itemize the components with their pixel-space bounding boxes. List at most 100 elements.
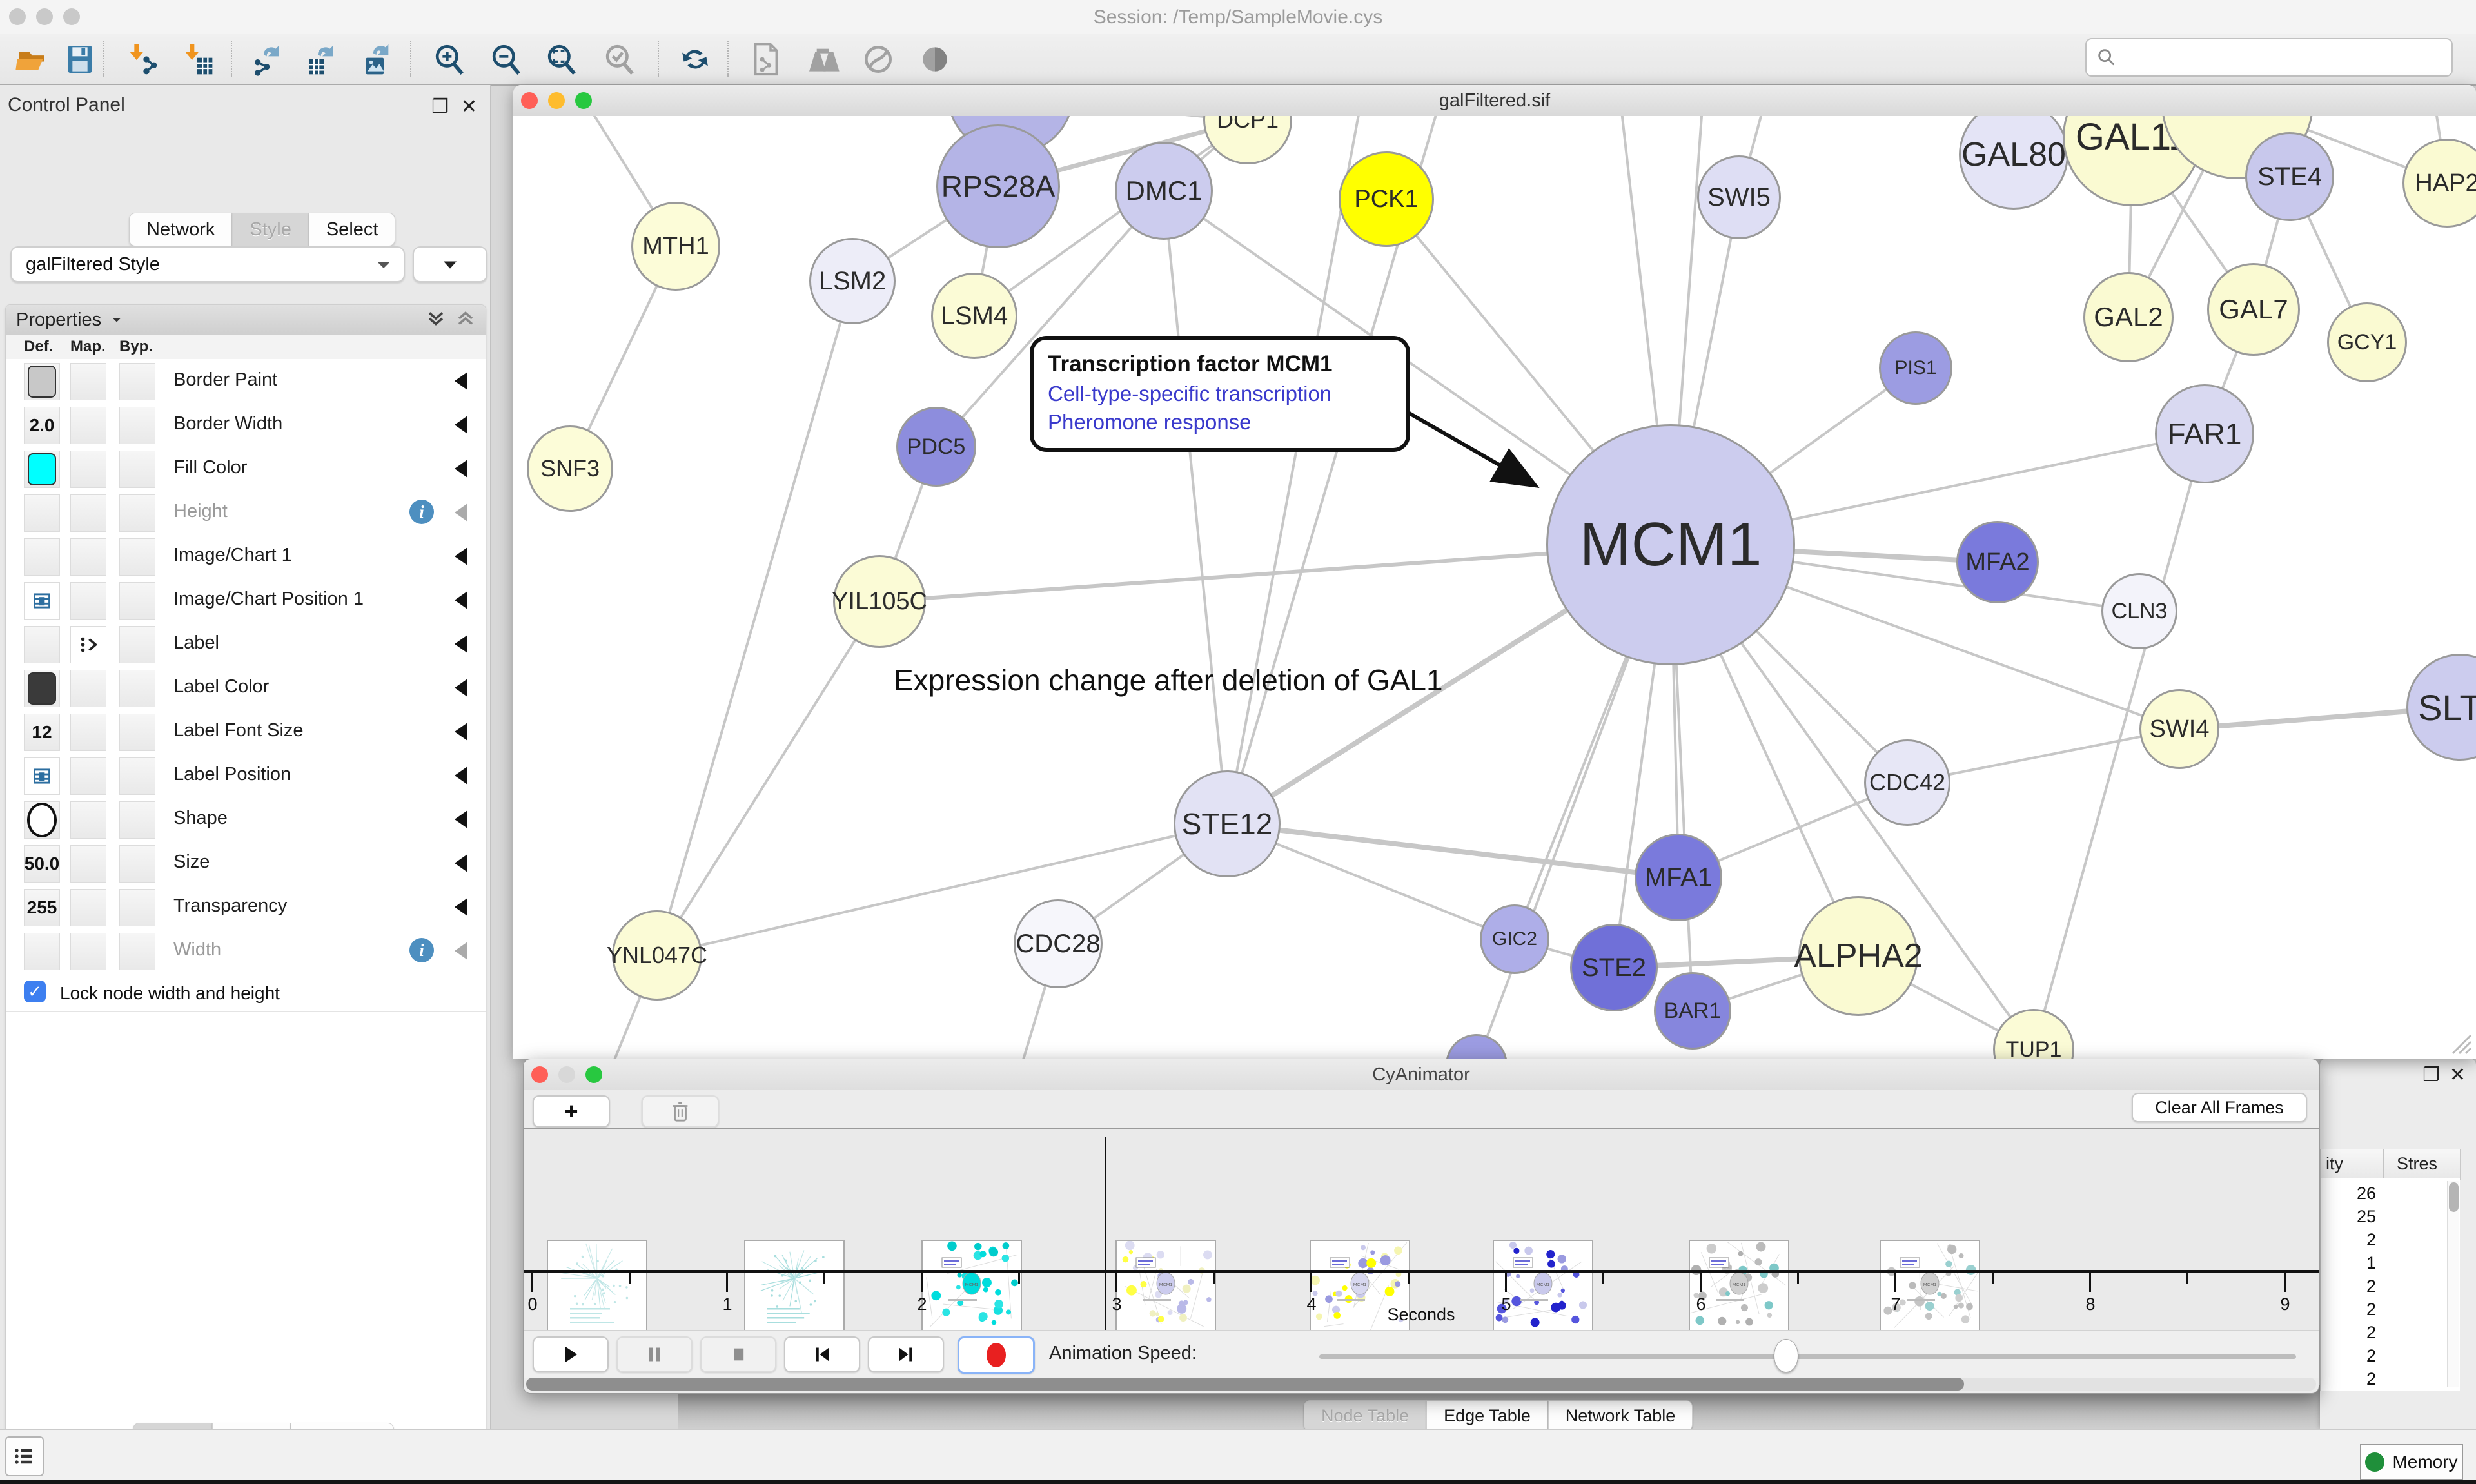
refresh-button[interactable]: [674, 39, 716, 79]
default-value-cell[interactable]: [24, 757, 60, 795]
node-alpha2[interactable]: ALPHA2: [1798, 896, 1918, 1016]
show-button[interactable]: [914, 39, 956, 79]
expand-arrow-icon[interactable]: [455, 810, 467, 828]
property-row[interactable]: 50.0Size: [6, 841, 486, 886]
node-pis1[interactable]: PIS1: [1879, 331, 1952, 405]
expand-arrow-icon[interactable]: [455, 942, 467, 960]
expand-arrow-icon[interactable]: [455, 635, 467, 653]
node-mcm1[interactable]: MCM1: [1546, 424, 1795, 665]
mapping-cell[interactable]: [70, 801, 106, 839]
stop-button[interactable]: [700, 1336, 776, 1372]
network-window-titlebar[interactable]: galFiltered.sif: [513, 85, 2476, 117]
annotation-box[interactable]: Transcription factor MCM1 Cell-type-spec…: [1030, 336, 1410, 452]
property-row[interactable]: Fill Color: [6, 447, 486, 491]
default-value-cell[interactable]: [24, 626, 60, 663]
network-file-button[interactable]: [745, 39, 787, 79]
timeline-scrollbar-thumb[interactable]: [526, 1378, 1964, 1391]
network-caption[interactable]: Expression change after deletion of GAL1: [894, 663, 1443, 698]
mapping-cell[interactable]: [70, 582, 106, 620]
expand-arrow-icon[interactable]: [455, 854, 467, 872]
float-panel-icon[interactable]: ❐: [2422, 1064, 2440, 1086]
mapping-cell[interactable]: [70, 494, 106, 532]
resize-grip-icon[interactable]: [2446, 1029, 2472, 1055]
bypass-cell[interactable]: [119, 494, 155, 532]
memory-button[interactable]: Memory: [2360, 1444, 2463, 1480]
lock-dimensions-row[interactable]: ✓Lock node width and height: [6, 973, 486, 1012]
bypass-cell[interactable]: [119, 845, 155, 883]
mapping-cell[interactable]: [70, 757, 106, 795]
bypass-cell[interactable]: [119, 889, 155, 926]
expand-arrow-icon[interactable]: [455, 591, 467, 609]
bypass-cell[interactable]: [119, 757, 155, 795]
expand-arrow-icon[interactable]: [455, 372, 467, 390]
export-network-button[interactable]: [248, 39, 289, 79]
network-edge[interactable]: [657, 281, 852, 955]
property-row[interactable]: Border Paint: [6, 359, 486, 404]
expand-arrow-icon[interactable]: [455, 898, 467, 916]
skip-to-start-button[interactable]: [784, 1336, 860, 1372]
default-value-cell[interactable]: [24, 670, 60, 707]
export-table-button[interactable]: [302, 39, 343, 79]
node-gal7[interactable]: GAL7: [2207, 263, 2300, 356]
table-scrollbar-thumb[interactable]: [2449, 1182, 2459, 1212]
collapse-all-icon[interactable]: [455, 308, 477, 333]
node-cdc42[interactable]: CDC42: [1864, 739, 1950, 826]
annotation-link[interactable]: Cell-type-specific transcription: [1048, 380, 1390, 408]
task-history-button[interactable]: [5, 1436, 44, 1476]
network-edge[interactable]: [657, 601, 879, 955]
default-value-cell[interactable]: [24, 801, 60, 839]
column-header[interactable]: Stres: [2397, 1154, 2437, 1174]
network-edge[interactable]: [657, 824, 1227, 955]
property-row[interactable]: Widthi: [6, 929, 486, 973]
node-mfa1[interactable]: MFA1: [1635, 834, 1722, 921]
bypass-cell[interactable]: [119, 670, 155, 707]
lock-checkbox[interactable]: ✓: [24, 981, 46, 1002]
expand-arrow-icon[interactable]: [455, 679, 467, 697]
save-button[interactable]: [59, 39, 101, 79]
default-value-cell[interactable]: [24, 582, 60, 620]
default-value-cell[interactable]: [24, 933, 60, 970]
mapping-cell[interactable]: [70, 889, 106, 926]
bypass-cell[interactable]: [119, 451, 155, 488]
mapping-cell[interactable]: [70, 407, 106, 444]
property-row[interactable]: Image/Chart Position 1: [6, 578, 486, 623]
zoom-fit-button[interactable]: [542, 39, 583, 79]
node-lsm4[interactable]: LSM4: [931, 273, 1017, 359]
hide-button[interactable]: [858, 39, 899, 79]
binoculars-button[interactable]: [802, 39, 843, 79]
mapping-cell[interactable]: [70, 538, 106, 576]
cyanimator-titlebar[interactable]: CyAnimator: [524, 1059, 2319, 1090]
search-input[interactable]: [2085, 38, 2453, 77]
delete-frame-button[interactable]: [642, 1095, 719, 1128]
default-value-cell[interactable]: 50.0: [24, 845, 60, 883]
node-cdc28[interactable]: CDC28: [1014, 899, 1103, 988]
zoom-in-button[interactable]: [429, 39, 471, 79]
property-row[interactable]: Label Position: [6, 754, 486, 798]
mapping-cell[interactable]: [70, 626, 106, 663]
table-scrollbar[interactable]: [2447, 1181, 2459, 1387]
add-frame-button[interactable]: +: [533, 1095, 610, 1128]
node-snf3[interactable]: SNF3: [527, 425, 613, 512]
column-header[interactable]: ity: [2326, 1154, 2343, 1174]
node-swi4[interactable]: SWI4: [2139, 689, 2219, 769]
node-yil105c[interactable]: YIL105C: [833, 555, 926, 648]
default-value-cell[interactable]: [24, 538, 60, 576]
tab-style[interactable]: Style: [232, 213, 308, 246]
node-ste12[interactable]: STE12: [1174, 770, 1281, 877]
mapping-cell[interactable]: [70, 670, 106, 707]
network-canvas[interactable]: RPS28BDCP1RPS28ADMC1PCK1SWI5GAL80GAL11ST…: [513, 116, 2476, 1059]
default-value-cell[interactable]: [24, 451, 60, 488]
pause-button[interactable]: [616, 1336, 693, 1372]
node-pck1[interactable]: PCK1: [1339, 151, 1434, 247]
bypass-cell[interactable]: [119, 363, 155, 400]
timeline[interactable]: MCM1MCM1MCM1MCM1MCM1MCM1 0123456789 Seco…: [524, 1129, 2319, 1330]
bypass-cell[interactable]: [119, 714, 155, 751]
import-network-button[interactable]: [121, 39, 162, 79]
tab-node-table[interactable]: Node Table: [1304, 1400, 1426, 1431]
annotation-link[interactable]: Pheromone response: [1048, 408, 1390, 436]
property-row[interactable]: Label Color: [6, 666, 486, 710]
tab-network[interactable]: Network: [129, 213, 232, 246]
property-row[interactable]: Image/Chart 1: [6, 534, 486, 579]
default-value-cell[interactable]: [24, 363, 60, 400]
info-icon[interactable]: i: [409, 500, 434, 524]
